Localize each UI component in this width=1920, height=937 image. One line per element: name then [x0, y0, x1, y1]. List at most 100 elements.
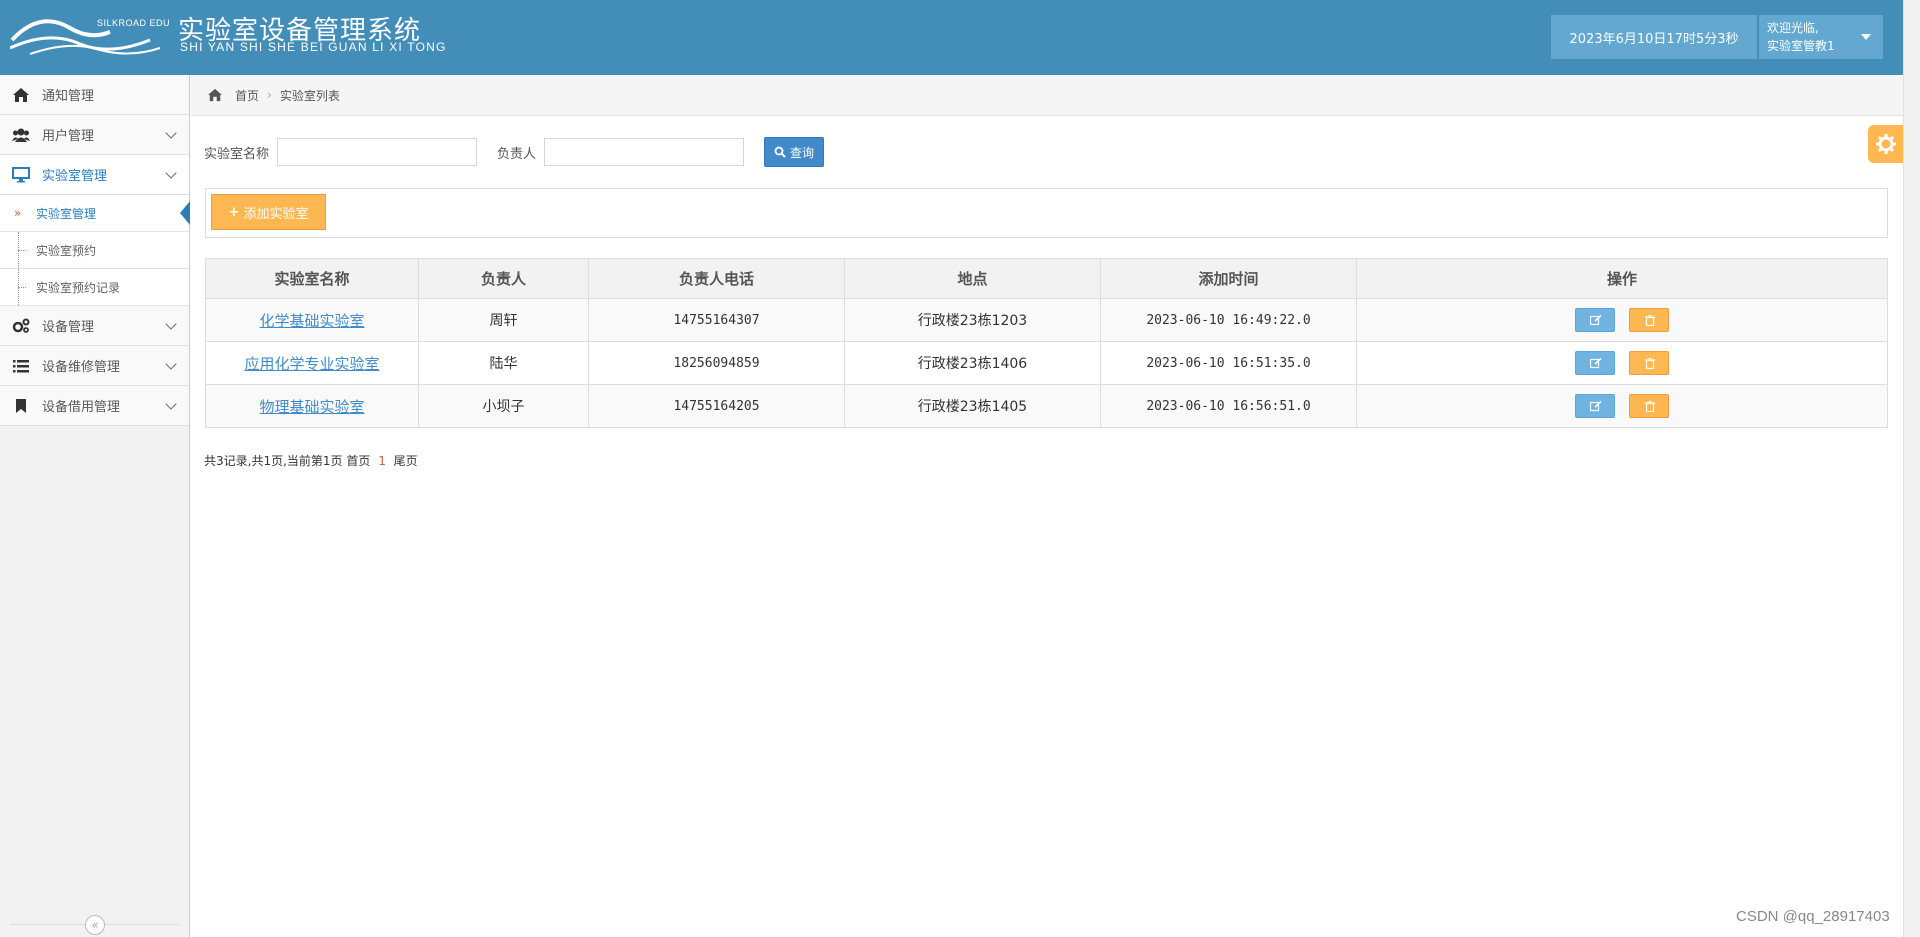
cell-actions [1356, 298, 1888, 342]
trash-icon [1645, 401, 1656, 412]
sidebar-collapse-button[interactable]: « [85, 915, 105, 935]
welcome-text: 欢迎光临, [1767, 21, 1819, 35]
sidebar-item-lab[interactable]: 实验室管理 [0, 155, 189, 195]
sub-item-lab-reserve-records[interactable]: 实验室预约记录 [0, 269, 189, 306]
cell-location: 行政楼23栋1405 [844, 384, 1101, 428]
table-row: 物理基础实验室 小坝子 14755164205 行政楼23栋1405 2023-… [205, 384, 1888, 428]
search-form: 实验室名称 负责人 查询 [204, 137, 825, 167]
sidebar-item-label: 实验室管理 [42, 169, 108, 184]
gear-icon [1875, 134, 1896, 154]
list-icon [13, 360, 29, 373]
cell-name: 物理基础实验室 [205, 384, 419, 428]
silkroad-logo [10, 19, 161, 55]
edit-button[interactable] [1574, 394, 1615, 418]
sidebar-item-label: 通知管理 [42, 89, 95, 104]
cell-actions [1356, 341, 1888, 385]
query-label: 查询 [790, 145, 815, 160]
edit-icon [1589, 315, 1602, 326]
delete-button[interactable] [1629, 351, 1670, 375]
lab-name-label: 实验室名称 [204, 146, 270, 162]
watermark: CSDN @qq_28917403 [1736, 908, 1890, 925]
edit-icon [1589, 358, 1602, 369]
sidebar-item-notice[interactable]: 通知管理 [0, 75, 189, 115]
cell-location: 行政楼23栋1203 [844, 298, 1101, 342]
delete-button[interactable] [1629, 308, 1670, 332]
double-arrow-icon: » [14, 206, 22, 220]
trash-icon [1645, 358, 1656, 369]
sidebar-item-label: 用户管理 [42, 129, 95, 144]
top-header: SILKROAD EDU 实验室设备管理系统 SHI YAN SHI SHE B… [0, 0, 1903, 75]
chevron-down-icon [165, 127, 177, 139]
bookmark-icon [16, 399, 26, 413]
edit-icon [1589, 401, 1602, 412]
settings-button[interactable] [1868, 125, 1903, 163]
table-row: 应用化学专业实验室 陆华 18256094859 行政楼23栋1406 2023… [205, 341, 1888, 385]
toolbar: + 添加实验室 [205, 188, 1888, 238]
sidebar-item-label: 设备维修管理 [42, 360, 121, 375]
lab-name-link[interactable]: 化学基础实验室 [259, 312, 364, 330]
sidebar-item-borrow[interactable]: 设备借用管理 [0, 386, 189, 426]
tree-line [18, 250, 26, 251]
breadcrumb: 首页 › 实验室列表 [191, 75, 1903, 116]
cell-name: 应用化学专业实验室 [205, 341, 419, 385]
sidebar-item-label: 设备借用管理 [42, 400, 121, 415]
cell-time: 2023-06-10 16:51:35.0 [1100, 341, 1357, 385]
lab-name-input[interactable] [277, 138, 478, 166]
column-header: 实验室名称 [205, 258, 419, 299]
home-icon [208, 88, 222, 102]
sidebar-item-users[interactable]: 用户管理 [0, 115, 189, 155]
sub-item-label: 实验室预约 [36, 243, 97, 258]
cell-phone: 14755164307 [588, 298, 845, 342]
plus-icon: + [228, 204, 240, 220]
home-icon [13, 88, 29, 102]
lab-table: 实验室名称 负责人 负责人电话 地点 添加时间 操作 化学基础实验室 周轩 14… [205, 258, 1888, 428]
table-row: 化学基础实验室 周轩 14755164307 行政楼23栋1203 2023-0… [205, 298, 1888, 342]
user-menu[interactable]: 欢迎光临, 实验室管教1 [1759, 15, 1883, 59]
pager-summary: 共3记录,共1页,当前第1页 首页 [204, 454, 371, 468]
pager-current-page[interactable]: 1 [378, 454, 386, 468]
query-button[interactable]: 查询 [764, 137, 825, 167]
current-datetime: 2023年6月10日17时5分3秒 [1551, 15, 1757, 59]
cell-person: 小坝子 [418, 384, 589, 428]
search-icon [774, 146, 786, 158]
lab-name-link[interactable]: 应用化学专业实验室 [244, 355, 379, 373]
add-lab-button[interactable]: + 添加实验室 [211, 194, 326, 230]
edit-button[interactable] [1574, 351, 1615, 375]
cell-time: 2023-06-10 16:49:22.0 [1100, 298, 1357, 342]
trash-icon [1645, 315, 1656, 326]
edit-button[interactable] [1574, 308, 1615, 332]
column-header: 操作 [1356, 258, 1888, 299]
page-scrollbar[interactable] [1903, 0, 1920, 937]
column-header: 负责人 [418, 258, 589, 299]
delete-button[interactable] [1629, 394, 1670, 418]
breadcrumb-home-link[interactable]: 首页 [235, 87, 259, 104]
sub-item-label: 实验室管理 [36, 206, 97, 221]
logo-edu-text: SILKROAD EDU [97, 18, 171, 28]
column-header: 地点 [844, 258, 1101, 299]
person-label: 负责人 [497, 146, 537, 162]
sub-item-lab-reserve[interactable]: 实验室预约 [0, 232, 189, 269]
cell-phone: 18256094859 [588, 341, 845, 385]
cell-actions [1356, 384, 1888, 428]
caret-down-icon [1861, 34, 1871, 40]
user-name: 实验室管教1 [1767, 39, 1835, 53]
pager-last-link[interactable]: 尾页 [394, 454, 418, 468]
lab-name-link[interactable]: 物理基础实验室 [259, 398, 364, 416]
chevron-down-icon [165, 398, 177, 410]
pagination: 共3记录,共1页,当前第1页 首页 1 尾页 [204, 452, 418, 469]
sub-item-label: 实验室预约记录 [36, 280, 121, 295]
cell-name: 化学基础实验室 [205, 298, 419, 342]
users-icon [12, 128, 30, 142]
tree-line [18, 287, 26, 288]
sidebar-item-repair[interactable]: 设备维修管理 [0, 346, 189, 386]
column-header: 添加时间 [1100, 258, 1357, 299]
cell-phone: 14755164205 [588, 384, 845, 428]
sub-item-lab-manage[interactable]: » 实验室管理 [0, 195, 190, 232]
sidebar-item-devices[interactable]: 设备管理 [0, 306, 189, 346]
sidebar: 通知管理 用户管理 实验室管理 » 实验室管理 实验室预约 实验室预约记录 设备… [0, 75, 190, 937]
chevron-down-icon [165, 318, 177, 330]
desktop-icon [12, 167, 30, 183]
chevron-down-icon [165, 358, 177, 370]
person-input[interactable] [544, 138, 745, 166]
column-header: 负责人电话 [588, 258, 845, 299]
